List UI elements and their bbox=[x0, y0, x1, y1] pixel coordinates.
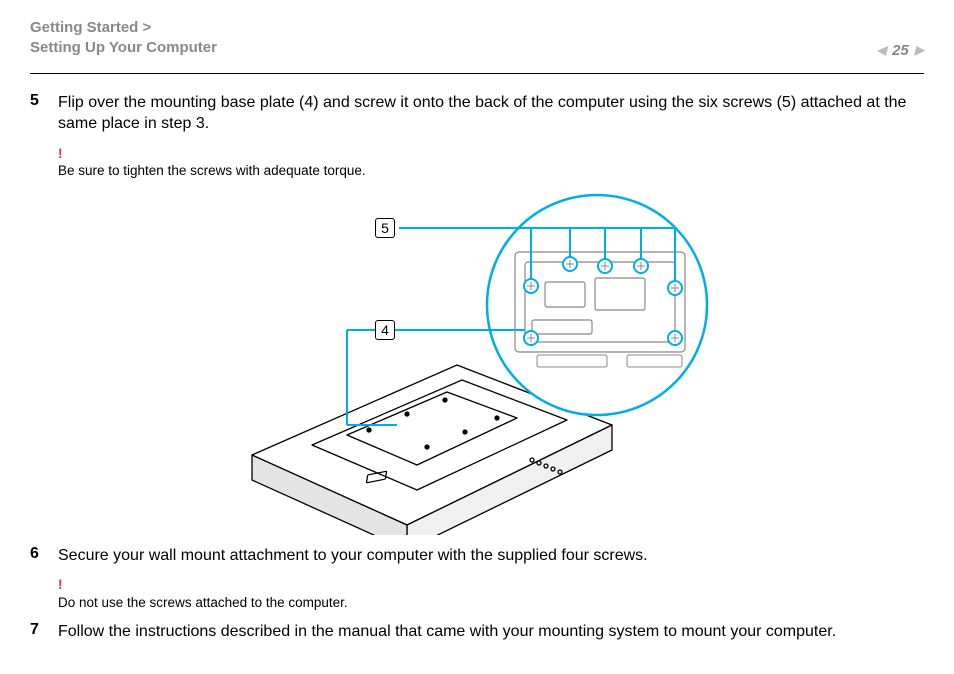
caution-icon: ! bbox=[58, 145, 924, 163]
mounting-diagram: 5 4 bbox=[197, 190, 757, 535]
caution-note: ! Do not use the screws attached to the … bbox=[58, 576, 924, 611]
caution-text: Be sure to tighten the screws with adequ… bbox=[58, 163, 366, 178]
prev-page-icon[interactable]: ◀ bbox=[877, 43, 886, 57]
step-number: 7 bbox=[30, 621, 44, 639]
callout-label-4: 4 bbox=[375, 320, 395, 340]
page-nav: ◀ 25 ▶ bbox=[877, 42, 924, 59]
diagram-svg bbox=[197, 190, 757, 535]
step-body: Follow the instructions described in the… bbox=[58, 621, 924, 643]
step-7: 7 Follow the instructions described in t… bbox=[30, 621, 924, 643]
step-6: 6 Secure your wall mount attachment to y… bbox=[30, 545, 924, 612]
breadcrumb-line-1: Getting Started > bbox=[30, 18, 217, 38]
caution-text: Do not use the screws attached to the co… bbox=[58, 595, 348, 610]
page-header: Getting Started > Setting Up Your Comput… bbox=[0, 0, 954, 67]
step-number: 5 bbox=[30, 92, 44, 110]
step-body: Flip over the mounting base plate (4) an… bbox=[58, 92, 924, 180]
step-5: 5 Flip over the mounting base plate (4) … bbox=[30, 92, 924, 180]
step-text: Secure your wall mount attachment to you… bbox=[58, 547, 648, 564]
step-text: Flip over the mounting base plate (4) an… bbox=[58, 94, 906, 133]
page-content: 5 Flip over the mounting base plate (4) … bbox=[0, 74, 954, 644]
step-number: 6 bbox=[30, 545, 44, 563]
breadcrumb: Getting Started > Setting Up Your Comput… bbox=[30, 18, 217, 59]
next-page-icon[interactable]: ▶ bbox=[915, 43, 924, 57]
page-number: 25 bbox=[892, 42, 909, 59]
callout-label-5: 5 bbox=[375, 218, 395, 238]
step-body: Secure your wall mount attachment to you… bbox=[58, 545, 924, 612]
caution-icon: ! bbox=[58, 576, 924, 594]
caution-note: ! Be sure to tighten the screws with ade… bbox=[58, 145, 924, 180]
breadcrumb-line-2: Setting Up Your Computer bbox=[30, 38, 217, 58]
step-text: Follow the instructions described in the… bbox=[58, 623, 836, 640]
